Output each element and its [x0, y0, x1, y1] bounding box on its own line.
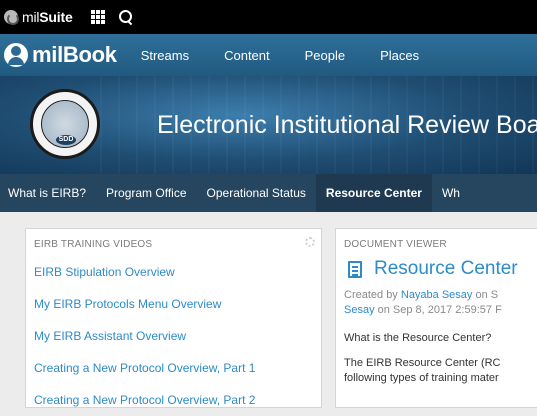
grid-icon[interactable] — [90, 10, 105, 24]
video-link-assistant-overview[interactable]: My EIRB Assistant Overview — [34, 320, 313, 352]
milsuite-wordmark: milSuite — [22, 9, 73, 25]
nav-link-content[interactable]: Content — [224, 48, 270, 63]
sdd-seal-logo: SDD — [30, 89, 100, 159]
top-bar: milSuite — [0, 0, 537, 34]
milsuite-logo[interactable]: milSuite — [0, 0, 73, 34]
banner-title: Electronic Institutional Review Board — [157, 111, 537, 139]
document-meta: Created by Nayaba Sesay on S Sesay on Se… — [344, 289, 502, 316]
globe-emblem: SDD — [41, 100, 89, 148]
nav-link-places[interactable]: Places — [380, 48, 419, 63]
training-video-list: EIRB Stipulation Overview My EIRB Protoc… — [26, 250, 321, 416]
seal-sdd-label: SDD — [56, 135, 76, 145]
document-viewer-panel: DOCUMENT VIEWER Resource Center Created … — [335, 228, 537, 408]
video-link-stipulation-overview[interactable]: EIRB Stipulation Overview — [34, 256, 313, 288]
training-videos-panel: EIRB TRAINING VIDEOS EIRB Stipulation Ov… — [25, 228, 322, 408]
main-navbar: milBook Streams Content People Places — [0, 34, 537, 76]
document-title-row: Resource Center — [336, 250, 537, 280]
video-link-protocols-menu-overview[interactable]: My EIRB Protocols Menu Overview — [34, 288, 313, 320]
nav-link-streams[interactable]: Streams — [141, 48, 189, 63]
subnav-what-is-eirb[interactable]: What is EIRB? — [0, 174, 96, 212]
subnav-program-office[interactable]: Program Office — [96, 174, 196, 212]
modifier-link[interactable]: Sesay — [344, 304, 375, 316]
nav-link-people[interactable]: People — [305, 48, 345, 63]
milsuite-logo-icon — [4, 10, 19, 25]
training-videos-header: EIRB TRAINING VIDEOS — [26, 229, 321, 250]
search-icon[interactable] — [118, 10, 133, 24]
author-link[interactable]: Nayaba Sesay — [401, 289, 473, 301]
subnav-truncated-item[interactable]: Wh — [432, 174, 470, 212]
document-icon — [348, 260, 362, 278]
document-question: What is the Resource Center? — [344, 332, 492, 344]
video-link-new-protocol-part-1[interactable]: Creating a New Protocol Overview, Part 1 — [34, 352, 313, 384]
gear-icon[interactable] — [305, 237, 315, 247]
subnav-resource-center[interactable]: Resource Center — [315, 174, 432, 212]
sub-navigation: What is EIRB? Program Office Operational… — [0, 174, 537, 212]
milbook-logo[interactable]: milBook — [32, 42, 117, 68]
document-viewer-header: DOCUMENT VIEWER — [344, 239, 447, 250]
header-banner: SDD Electronic Institutional Review Boar… — [0, 76, 537, 174]
subnav-operational-status[interactable]: Operational Status — [197, 174, 316, 212]
document-title[interactable]: Resource Center — [374, 258, 518, 280]
nav-links: Streams Content People Places — [141, 48, 454, 63]
person-circle-icon[interactable] — [4, 43, 28, 67]
document-body: The EIRB Resource Center (RC following t… — [344, 357, 501, 384]
video-link-new-protocol-part-2[interactable]: Creating a New Protocol Overview, Part 2 — [34, 384, 313, 416]
